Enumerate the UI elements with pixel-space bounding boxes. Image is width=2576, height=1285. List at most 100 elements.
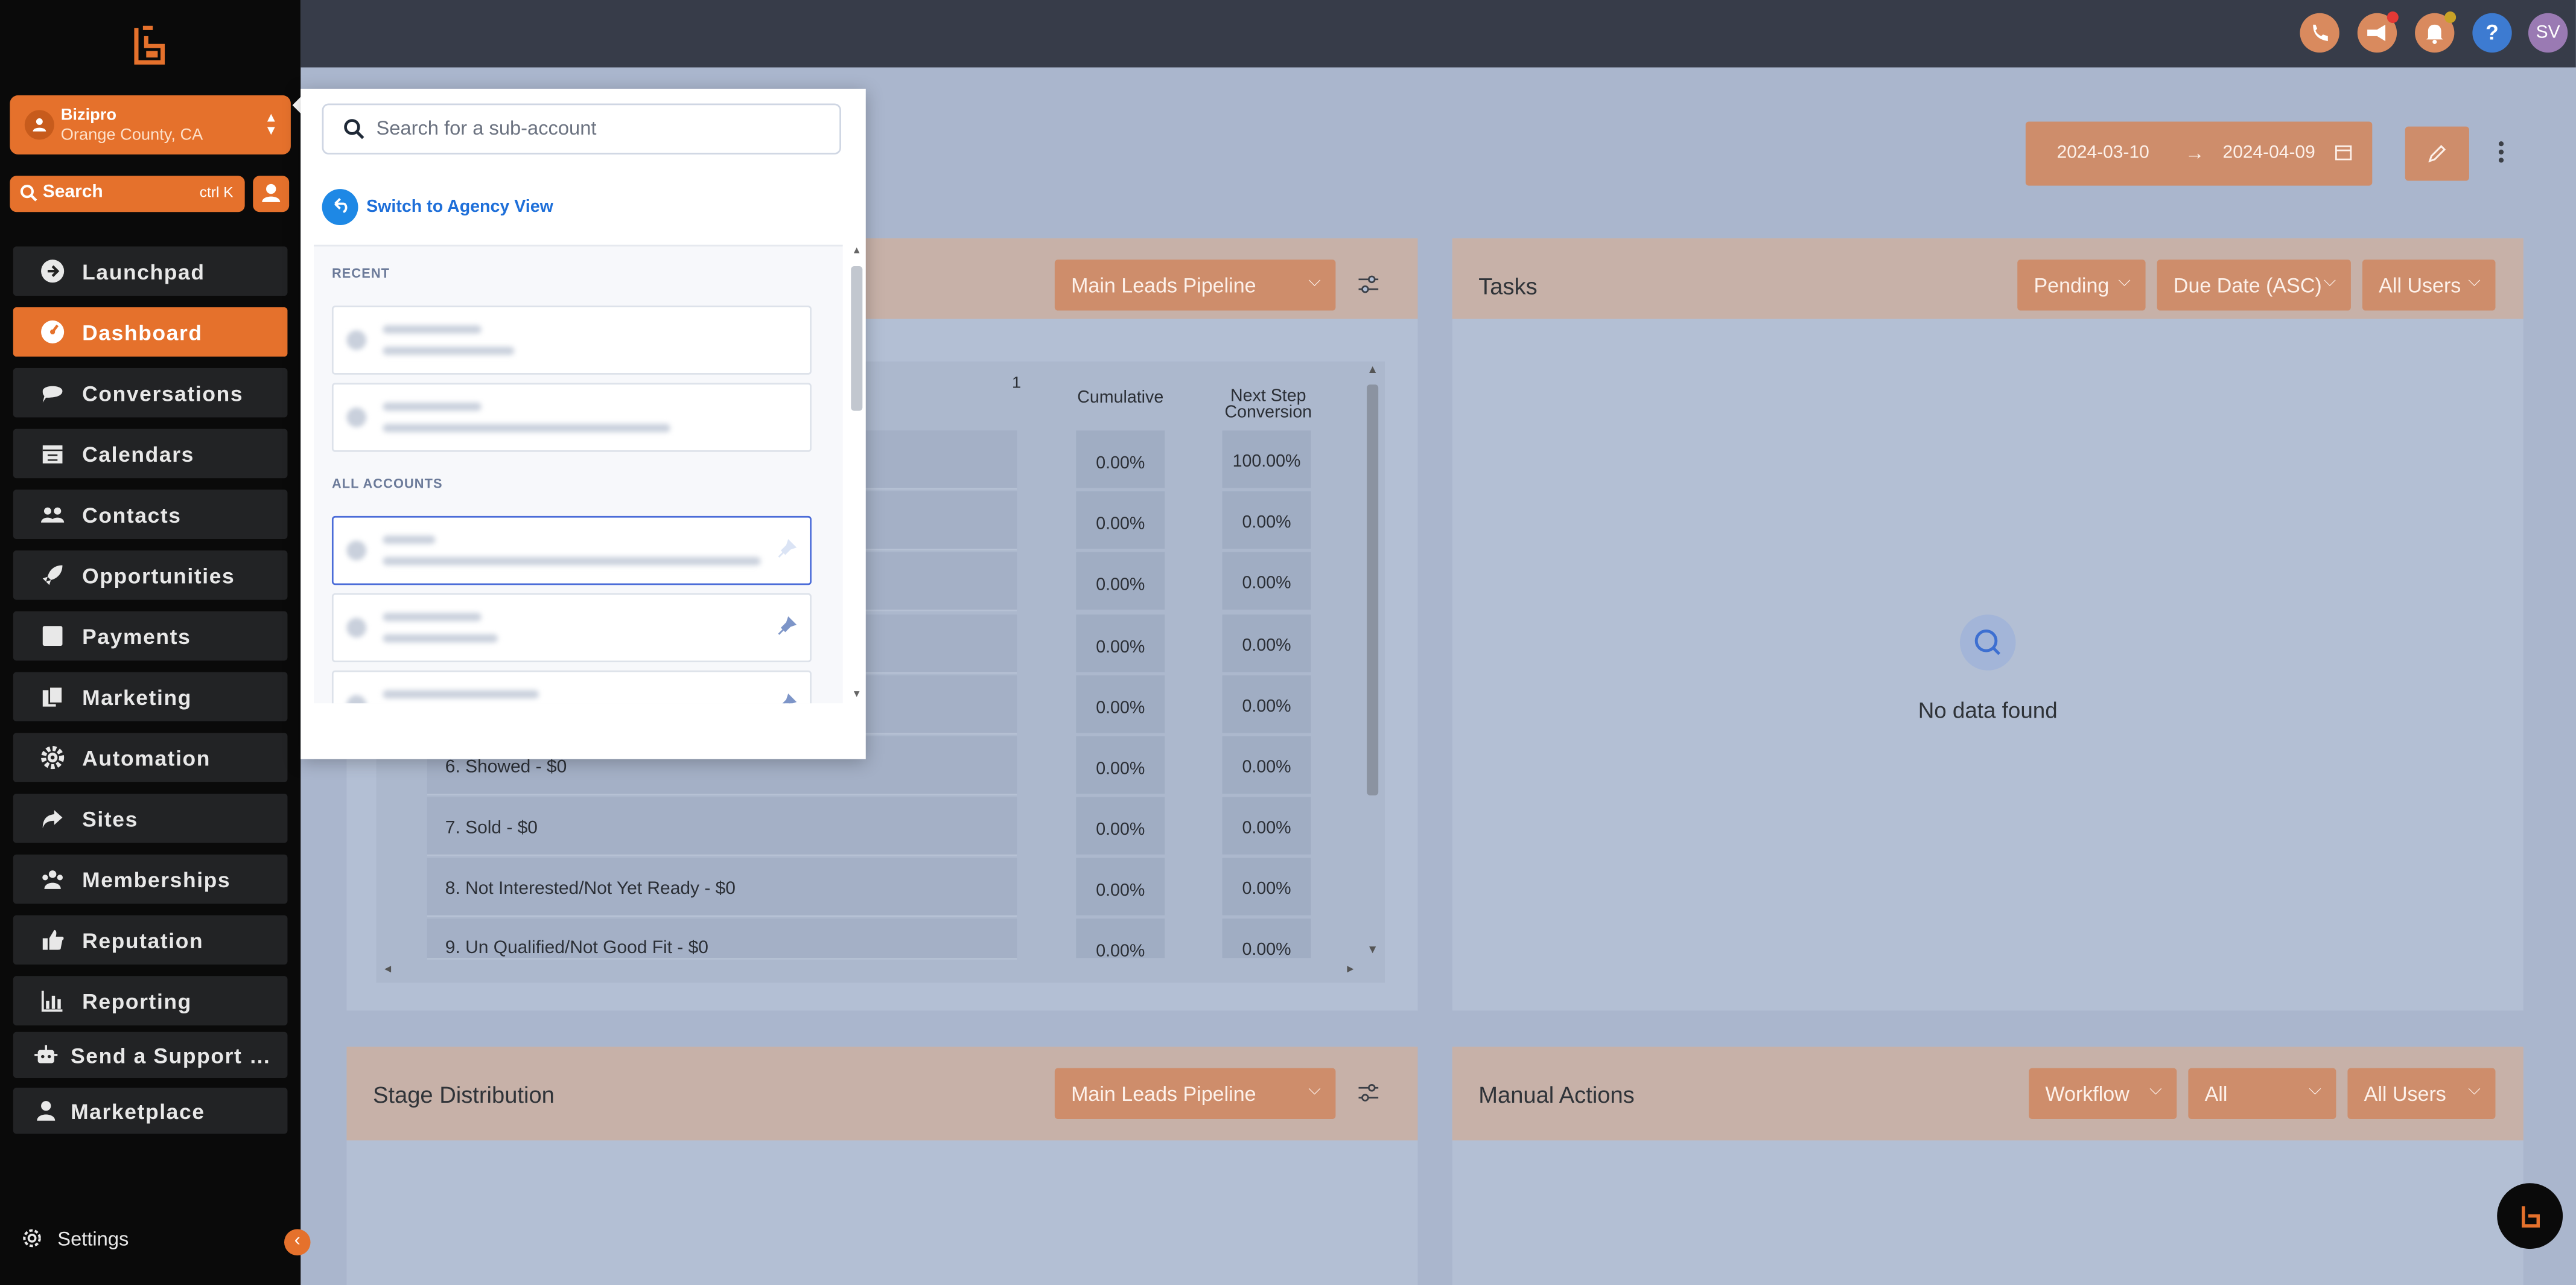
sidebar-item-automation[interactable]: Automation [13,733,288,782]
scroll-up-icon: ▲ [851,246,862,257]
scroll-left-icon: ◂ [384,961,391,977]
help-button[interactable]: ? [2472,13,2512,53]
chevron-updown-icon: ▲ ▼ [264,110,278,138]
more-options-icon[interactable] [2497,141,2507,164]
recent-account-item[interactable] [331,305,812,375]
search-button[interactable]: Search ctrl K [10,176,245,212]
chevron-down-icon: ⌵ [1308,272,1321,291]
quick-add-contact-button[interactable] [253,176,290,212]
stage-pipeline-select[interactable]: Main Leads Pipeline ⌵ [1054,1068,1336,1120]
date-range-picker[interactable]: 2024-03-10 → 2024-04-09 [2025,121,2373,186]
sidebar-item-memberships[interactable]: Memberships [13,854,288,904]
pipeline-select-value: Main Leads Pipeline [1071,274,1256,298]
next-step-cell: 100.00% [1222,430,1311,488]
notification-dot [2387,11,2399,24]
sidebar-item-launchpad[interactable]: Launchpad [13,246,288,296]
pipeline-select[interactable]: Main Leads Pipeline ⌵ [1054,260,1336,311]
next-step-value: 0.00% [1242,512,1291,533]
table-vertical-scrollbar[interactable]: ▲ ▼ [1364,365,1382,956]
pin-icon[interactable] [777,694,797,704]
date-start: 2024-03-10 [2056,142,2149,163]
chat-widget-button[interactable] [2497,1183,2563,1249]
account-address-redacted [383,634,498,643]
robot-icon [33,1042,59,1068]
next-step-cell: 0.00% [1222,918,1311,960]
pin-icon[interactable] [777,539,797,559]
funnel-header-number: 1 [1012,374,1022,393]
sidebar-item-conversations[interactable]: Conversations [13,368,288,418]
sidebar-item-reporting[interactable]: Reporting [13,976,288,1025]
chevron-left-icon: ‹ [294,1231,301,1251]
sidebar-item-marketing[interactable]: Marketing [13,672,288,722]
sidebar-item-label: Dashboard [82,320,203,345]
sidebar-item-send-a-support[interactable]: Send a Support … [13,1032,288,1078]
next-step-value: 0.00% [1242,697,1291,717]
chat-bubble-icon [39,380,66,406]
task-sort-value: Due Date (ASC) [2173,274,2322,298]
contacts-icon [39,501,66,528]
task-sort-select[interactable]: Due Date (ASC) ⌵ [2157,260,2351,311]
gear-icon [23,1229,41,1248]
sidebar-item-calendars[interactable]: Calendars [13,429,288,479]
next-step-value: 0.00% [1242,818,1291,838]
sidebar-item-dashboard[interactable]: Dashboard [13,307,288,357]
task-status-select[interactable]: Pending ⌵ [2017,260,2146,311]
user-avatar[interactable]: SV [2528,13,2568,53]
phone-button[interactable] [2300,13,2339,53]
collapse-sidebar-button[interactable]: ‹ [284,1229,311,1255]
cumulative-value: 0.00% [1096,820,1145,840]
table-horizontal-scrollbar[interactable]: ◂ ▸ [376,961,1362,981]
next-step-value: 0.00% [1242,879,1291,899]
action-type-select[interactable]: All ⌵ [2188,1068,2336,1120]
chevron-down-icon: ⌵ [2309,1081,2321,1100]
announcements-button[interactable] [2357,11,2399,53]
recent-account-item[interactable] [331,383,812,452]
cumulative-cell: 0.00% [1076,675,1165,733]
account-avatar [346,330,367,350]
account-switcher[interactable]: Bizipro Orange County, CA ▲ ▼ [10,95,291,155]
manual-user-select[interactable]: All Users ⌵ [2347,1068,2496,1120]
col-next-step-label: Next Step [1230,386,1306,406]
account-item[interactable] [331,515,812,585]
sidebar-item-opportunities[interactable]: Opportunities [13,550,288,600]
search-icon [20,185,37,202]
recent-section-label: RECENT [331,266,390,281]
next-step-value: 0.00% [1242,573,1291,593]
chevron-down-icon: ⌵ [2149,1081,2162,1100]
account-item[interactable] [331,593,812,663]
sidebar-item-reputation[interactable]: Reputation [13,915,288,965]
filter-settings-icon[interactable] [1357,273,1380,296]
table-row: 9. Un Qualified/Not Good Fit - $0 [427,918,1017,960]
subaccount-search-input[interactable] [376,113,820,143]
edit-dashboard-button[interactable] [2405,126,2469,181]
dashboard-icon [39,319,66,345]
workflow-value: Workflow [2045,1083,2129,1106]
search-shortcut: ctrl K [199,183,234,201]
account-item[interactable] [331,670,812,704]
cumulative-cell: 0.00% [1076,552,1165,610]
sidebar-item-marketplace[interactable]: Marketplace [13,1088,288,1134]
subaccount-list: RECENT ALL ACCOUNTS [313,244,843,704]
sidebar-item-contacts[interactable]: Contacts [13,489,288,539]
phone-icon [2313,24,2328,42]
task-user-select[interactable]: All Users ⌵ [2362,260,2496,311]
filter-settings-icon[interactable] [1357,1081,1380,1104]
sidebar-item-label: Memberships [82,867,231,893]
sidebar-item-payments[interactable]: Payments [13,611,288,661]
sidebar-item-label: Reporting [82,989,192,1014]
col-cumulative-header: Cumulative [1076,388,1165,408]
workflow-select[interactable]: Workflow ⌵ [2029,1068,2177,1120]
subaccount-list-scrollbar[interactable]: ▲ ▼ [848,245,866,702]
help-icon: ? [2485,19,2499,45]
cumulative-value: 0.00% [1096,514,1145,534]
pin-icon[interactable] [777,616,797,636]
tasks-title: Tasks [1478,272,1538,299]
members-icon [39,866,66,893]
subaccount-search-field[interactable] [322,103,841,155]
next-step-value: 0.00% [1242,940,1291,960]
sidebar-item-sites[interactable]: Sites [13,793,288,843]
calendar-icon [39,441,66,467]
stage-name: 8. Not Interested/Not Yet Ready - $0 [445,879,736,899]
cumulative-cell: 0.00% [1076,918,1165,961]
notifications-button[interactable] [2415,11,2457,53]
